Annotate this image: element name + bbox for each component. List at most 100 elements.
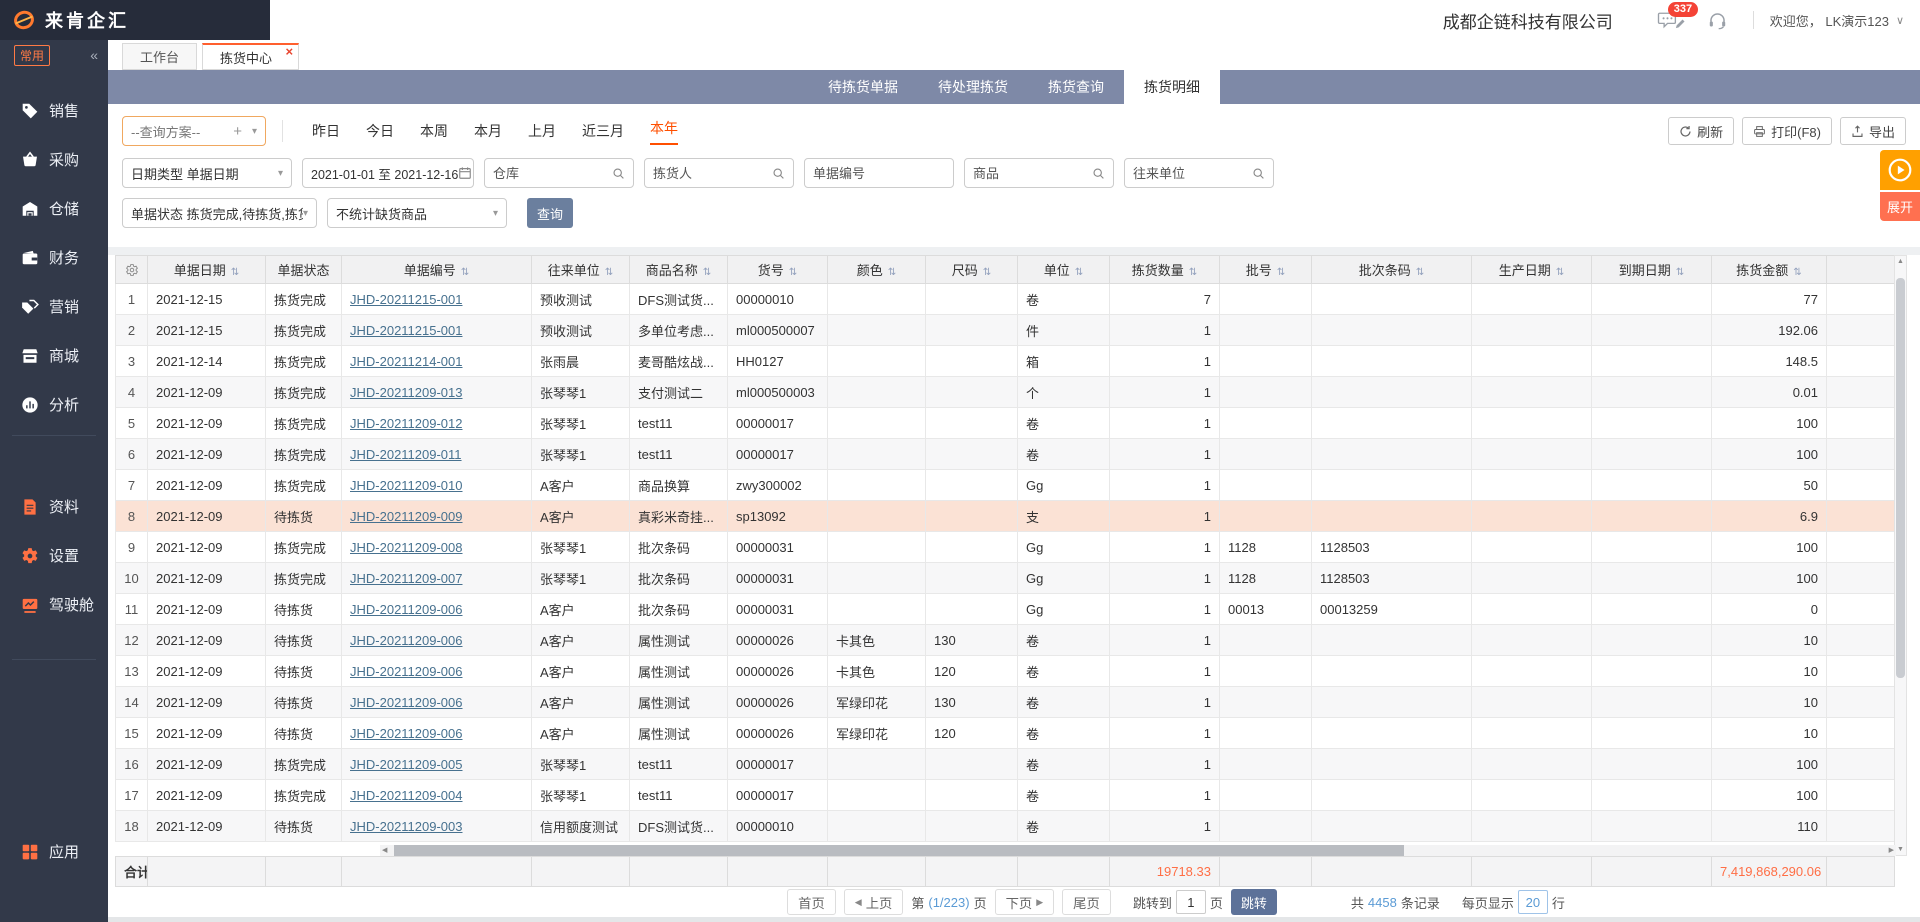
column-settings-icon[interactable] bbox=[125, 263, 139, 277]
col-header-1[interactable]: 单据日期⇅ bbox=[148, 256, 266, 284]
jump-page-input[interactable] bbox=[1176, 890, 1206, 914]
order-link[interactable]: JHD-20211209-010 bbox=[350, 478, 463, 493]
page-size-select[interactable]: 20 bbox=[1518, 890, 1548, 914]
user-menu[interactable]: 欢迎您， LK演示123 ∨ bbox=[1770, 11, 1904, 30]
sort-icon[interactable]: ⇅ bbox=[888, 267, 896, 278]
sort-icon[interactable]: ⇅ bbox=[1277, 267, 1285, 278]
sidebar-item-marketing[interactable]: 营销 bbox=[0, 282, 108, 331]
table-row[interactable]: 182021-12-09待拣货JHD-20211209-003信用额度测试DFS… bbox=[116, 811, 1895, 842]
sort-icon[interactable]: ⇅ bbox=[1556, 267, 1564, 278]
order-link[interactable]: JHD-20211209-003 bbox=[350, 819, 463, 834]
table-row[interactable]: 132021-12-09待拣货JHD-20211209-006A客户属性测试00… bbox=[116, 656, 1895, 687]
tab-workbench[interactable]: 工作台 bbox=[122, 43, 197, 70]
quick-filter-1[interactable]: 今日 bbox=[366, 121, 394, 141]
table-row[interactable]: 162021-12-09拣货完成JHD-20211209-005张琴琴1test… bbox=[116, 749, 1895, 780]
table-row[interactable]: 62021-12-09拣货完成JHD-20211209-011张琴琴1test1… bbox=[116, 439, 1895, 470]
jump-button[interactable]: 跳转 bbox=[1231, 889, 1277, 915]
sort-icon[interactable]: ⇅ bbox=[461, 267, 469, 278]
col-header-15[interactable]: 拣货金额⇅ bbox=[1712, 256, 1827, 284]
table-row[interactable]: 112021-12-09待拣货JHD-20211209-006A客户批次条码00… bbox=[116, 594, 1895, 625]
table-row[interactable]: 52021-12-09拣货完成JHD-20211209-012张琴琴1test1… bbox=[116, 408, 1895, 439]
col-header-4[interactable]: 往来单位⇅ bbox=[532, 256, 630, 284]
col-header-11[interactable]: 批号⇅ bbox=[1220, 256, 1312, 284]
order-link[interactable]: JHD-20211209-005 bbox=[350, 757, 463, 772]
table-row[interactable]: 102021-12-09拣货完成JHD-20211209-007张琴琴1批次条码… bbox=[116, 563, 1895, 594]
quick-filter-5[interactable]: 近三月 bbox=[582, 121, 624, 141]
query-plan-select[interactable]: --查询方案-- + ▾ bbox=[122, 116, 266, 146]
sort-icon[interactable]: ⇅ bbox=[1416, 267, 1424, 278]
add-plan-icon[interactable]: + bbox=[233, 123, 242, 140]
order-link[interactable]: JHD-20211214-001 bbox=[350, 354, 463, 369]
col-header-8[interactable]: 尺码⇅ bbox=[926, 256, 1018, 284]
search-button[interactable]: 查询 bbox=[527, 198, 573, 228]
order-link[interactable]: JHD-20211209-006 bbox=[350, 602, 463, 617]
sidebar-item-mall[interactable]: 商城 bbox=[0, 331, 108, 380]
close-tab-icon[interactable]: × bbox=[285, 45, 293, 59]
quick-filter-2[interactable]: 本周 bbox=[420, 121, 448, 141]
first-page-button[interactable]: 首页 bbox=[787, 889, 836, 915]
table-row[interactable]: 122021-12-09待拣货JHD-20211209-006A客户属性测试00… bbox=[116, 625, 1895, 656]
table-row[interactable]: 42021-12-09拣货完成JHD-20211209-013张琴琴1支付测试二… bbox=[116, 377, 1895, 408]
quick-filter-6[interactable]: 本年 bbox=[650, 118, 678, 145]
order-link[interactable]: JHD-20211209-006 bbox=[350, 726, 463, 741]
expand-button[interactable]: 展开 bbox=[1880, 192, 1920, 221]
horizontal-scroll-thumb[interactable] bbox=[394, 845, 1404, 856]
sort-icon[interactable]: ⇅ bbox=[605, 267, 613, 278]
col-header-7[interactable]: 颜色⇅ bbox=[828, 256, 926, 284]
order-link[interactable]: JHD-20211215-001 bbox=[350, 292, 463, 307]
col-header-14[interactable]: 到期日期⇅ bbox=[1592, 256, 1712, 284]
export-button[interactable]: 导出 bbox=[1840, 117, 1906, 145]
date-type-select[interactable]: 日期类型 单据日期 ▾ bbox=[122, 158, 292, 188]
sort-icon[interactable]: ⇅ bbox=[1075, 267, 1083, 278]
quick-filter-0[interactable]: 昨日 bbox=[312, 121, 340, 141]
order-link[interactable]: JHD-20211209-007 bbox=[350, 571, 463, 586]
sidebar-item-settings[interactable]: 设置 bbox=[0, 531, 108, 580]
order-link[interactable]: JHD-20211209-006 bbox=[350, 633, 463, 648]
table-row[interactable]: 32021-12-14拣货完成JHD-20211214-001张雨晨麦哥酷炫战.… bbox=[116, 346, 1895, 377]
scroll-right-icon[interactable]: ▶ bbox=[1889, 845, 1894, 856]
subtab-1[interactable]: 待处理拣货 bbox=[918, 70, 1028, 104]
sort-icon[interactable]: ⇅ bbox=[1676, 267, 1684, 278]
sort-icon[interactable]: ⇅ bbox=[231, 267, 239, 278]
col-header-6[interactable]: 货号⇅ bbox=[728, 256, 828, 284]
sidebar-item-apps[interactable]: 应用 bbox=[0, 827, 108, 876]
order-link[interactable]: JHD-20211215-001 bbox=[350, 323, 463, 338]
picker-input[interactable] bbox=[653, 166, 772, 181]
doc-status-select[interactable]: 单据状态 拣货完成,待拣货,拣货中 ▾ bbox=[122, 198, 317, 228]
table-row[interactable]: 152021-12-09待拣货JHD-20211209-006A客户属性测试00… bbox=[116, 718, 1895, 749]
table-row[interactable]: 12021-12-15拣货完成JHD-20211215-001预收测试DFS测试… bbox=[116, 284, 1895, 315]
order-link[interactable]: JHD-20211209-006 bbox=[350, 664, 463, 679]
sidebar-item-purchase[interactable]: 采购 bbox=[0, 135, 108, 184]
sort-icon[interactable]: ⇅ bbox=[789, 267, 797, 278]
sort-icon[interactable]: ⇅ bbox=[703, 267, 711, 278]
product-input[interactable] bbox=[973, 166, 1092, 181]
subtab-0[interactable]: 待拣货单据 bbox=[808, 70, 918, 104]
order-link[interactable]: JHD-20211209-008 bbox=[350, 540, 463, 555]
sidebar-item-cockpit[interactable]: 驾驶舱 bbox=[0, 580, 108, 629]
messages-button[interactable]: 337 bbox=[1657, 11, 1678, 29]
vertical-scroll-thumb[interactable] bbox=[1896, 278, 1905, 678]
date-range-picker[interactable]: 2021-01-01 至 2021-12-16 bbox=[302, 158, 474, 188]
col-header-13[interactable]: 生产日期⇅ bbox=[1472, 256, 1592, 284]
sidebar-item-warehouse[interactable]: 仓储 bbox=[0, 184, 108, 233]
scroll-down-icon[interactable]: ▼ bbox=[1895, 846, 1906, 853]
order-link[interactable]: JHD-20211209-006 bbox=[350, 695, 463, 710]
table-row[interactable]: 172021-12-09拣货完成JHD-20211209-004张琴琴1test… bbox=[116, 780, 1895, 811]
prev-page-button[interactable]: ◀ 上页 bbox=[844, 889, 904, 915]
collapse-sidebar-icon[interactable]: « bbox=[90, 47, 98, 63]
stockout-select[interactable]: 不统计缺货商品 ▾ bbox=[327, 198, 507, 228]
pinned-badge[interactable]: 常用 bbox=[14, 45, 50, 66]
table-row[interactable]: 72021-12-09拣货完成JHD-20211209-010A客户商品换算zw… bbox=[116, 470, 1895, 501]
doc-no-input[interactable] bbox=[813, 166, 945, 181]
warehouse-input[interactable] bbox=[493, 166, 612, 181]
sidebar-item-finance[interactable]: 财务 bbox=[0, 233, 108, 282]
horizontal-scrollbar[interactable]: ◀ ▶ bbox=[380, 845, 1896, 856]
column-settings-header[interactable] bbox=[116, 256, 148, 284]
table-row[interactable]: 82021-12-09待拣货JHD-20211209-009A客户真彩米奇挂..… bbox=[116, 501, 1895, 532]
partner-input[interactable] bbox=[1133, 166, 1252, 181]
subtab-3[interactable]: 拣货明细 bbox=[1124, 70, 1220, 104]
scroll-left-icon[interactable]: ◀ bbox=[382, 845, 387, 856]
col-header-5[interactable]: 商品名称⇅ bbox=[630, 256, 728, 284]
order-link[interactable]: JHD-20211209-004 bbox=[350, 788, 463, 803]
order-link[interactable]: JHD-20211209-012 bbox=[350, 416, 463, 431]
